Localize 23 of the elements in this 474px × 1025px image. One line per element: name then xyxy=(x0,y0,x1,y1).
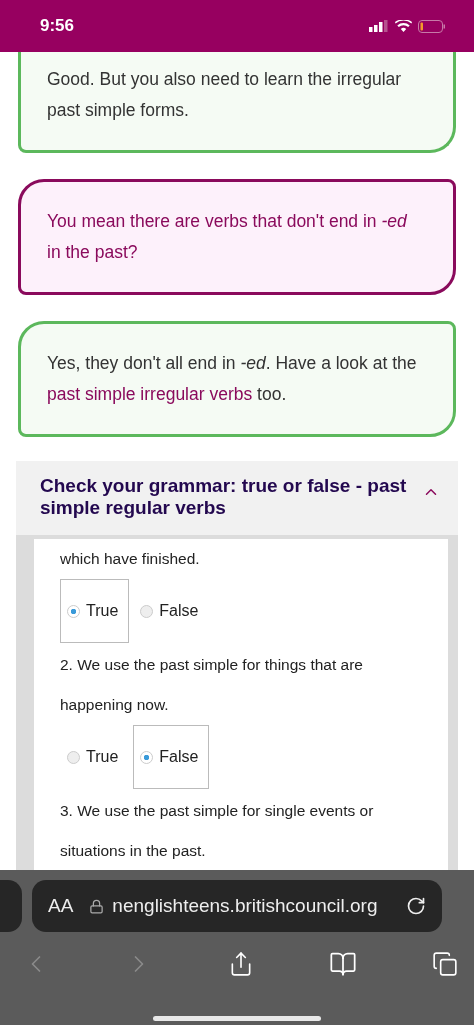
message-text: You mean there are verbs that don't end in -ed in the past? xyxy=(47,210,408,264)
answer-option[interactable]: False xyxy=(133,579,210,643)
answer-option[interactable]: True xyxy=(60,725,130,789)
irregular-verbs-link[interactable]: past simple irregular verbs xyxy=(47,384,253,404)
message-text: Good. But you also need to learn the irregular past simple forms. xyxy=(47,68,403,122)
lock-icon xyxy=(89,898,105,914)
text-size-button[interactable]: AA xyxy=(48,895,82,917)
answer-option[interactable]: False xyxy=(133,725,210,789)
question-text: which have finished. xyxy=(60,549,201,569)
accordion-header[interactable]: Check your grammar: true or false - past simple regular verbs xyxy=(16,461,458,535)
wifi-icon xyxy=(395,20,412,32)
answer-option[interactable]: True xyxy=(60,579,130,643)
message-text: Yes, they don't all end in -ed. Have a look at the past simple irregular verbs too. xyxy=(47,352,418,406)
reload-icon[interactable] xyxy=(406,896,426,916)
signal-icon xyxy=(369,20,389,32)
address-bar[interactable]: AA nenglishteens.britishcouncil.org xyxy=(32,880,442,932)
tabs-icon[interactable] xyxy=(432,951,458,977)
question-text: 3. We use the past simple for single events or situations in the past. xyxy=(60,801,375,861)
clock-time: 9:56 xyxy=(40,16,75,36)
question-text: 2. We use the past simple for things that are happening now. xyxy=(60,655,364,715)
url-text: nenglishteens.britishcouncil.org xyxy=(112,895,379,917)
accordion-title: Check your grammar: true or false - past simple regular verbs xyxy=(40,475,408,519)
book-icon[interactable] xyxy=(329,950,357,978)
